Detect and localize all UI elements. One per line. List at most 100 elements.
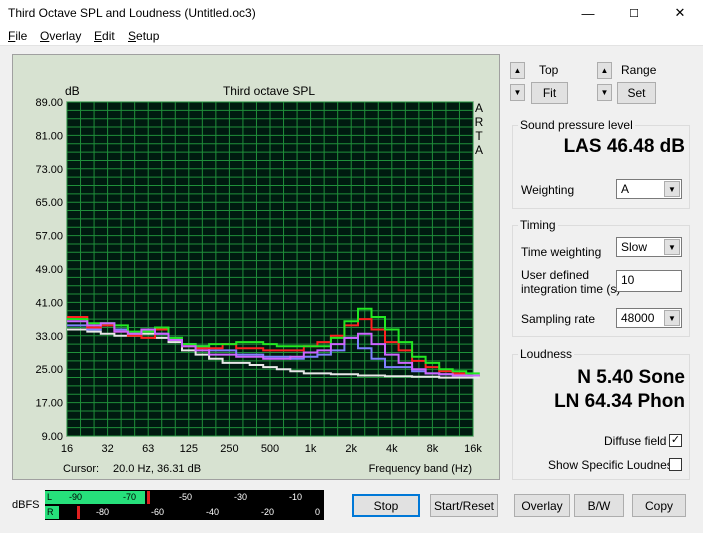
time-weighting-label: Time weighting (521, 245, 602, 259)
grid (66, 101, 474, 437)
set-button[interactable]: Set (617, 82, 656, 104)
close-button[interactable]: ✕ (657, 0, 703, 26)
spl-value: LAS 46.48 dB (563, 136, 685, 157)
maximize-button[interactable]: ☐ (611, 0, 657, 26)
weighting-label: Weighting (521, 183, 575, 197)
top-label: Top (539, 63, 559, 77)
y-tick-label: 73.00 (35, 164, 63, 176)
meter-right-tick: 0 (315, 507, 321, 517)
sampling-rate-value: 48000 (621, 311, 655, 325)
meter-right-tick: -80 (96, 507, 110, 517)
chevron-down-icon[interactable]: ▼ (664, 239, 680, 255)
overlay-button[interactable]: Overlay (514, 494, 570, 517)
weighting-value: A (621, 182, 630, 196)
meter-right-channel: R -80 -60 -40 -20 0 (45, 506, 324, 519)
meter-left-tick: -30 (234, 492, 248, 502)
y-tick-label: 25.00 (35, 364, 63, 376)
fit-button[interactable]: Fit (531, 82, 568, 104)
specific-loudness-checkbox[interactable] (669, 458, 682, 471)
y-tick-label: 49.00 (35, 264, 63, 276)
specific-loudness-label: Show Specific Loudness (548, 458, 679, 472)
start-reset-button[interactable]: Start/Reset (430, 494, 498, 517)
sampling-rate-select[interactable]: 48000 ▼ (616, 308, 682, 328)
bw-button[interactable]: B/W (574, 494, 624, 517)
loudness-ln-value: LN 64.34 Phon (554, 391, 685, 412)
meter-left-tick: -90 (69, 492, 83, 502)
weighting-select[interactable]: A ▼ (616, 179, 682, 199)
x-tick-label: 500 (261, 443, 279, 455)
x-tick-label: 250 (220, 443, 238, 455)
meter-right-tick: -40 (206, 507, 220, 517)
loudness-group-title: Loudness (518, 347, 575, 361)
x-tick-label: 16k (464, 443, 482, 455)
timing-group-title: Timing (518, 218, 558, 232)
range-label: Range (621, 63, 657, 77)
chevron-down-icon[interactable]: ▼ (664, 310, 680, 326)
x-tick-label: 4k (386, 443, 398, 455)
menu-overlay[interactable]: Overlay (40, 29, 81, 43)
spl-group-title: Sound pressure level (518, 118, 635, 132)
graph-panel: dB Third octave SPL 89.00 81.00 73.00 65.00… (12, 54, 500, 480)
meter-right-peak (76, 506, 80, 519)
meter-left-channel: L -90 -70 -50 -30 -10 (45, 491, 324, 504)
y-tick-label: 81.00 (35, 130, 63, 142)
time-weighting-select[interactable]: Slow ▼ (616, 237, 682, 257)
y-tick-label: 41.00 (35, 297, 63, 309)
cursor-value: 20.0 Hz, 36.31 dB (113, 463, 201, 475)
menu-bar: File Overlay Edit Setup (0, 26, 703, 46)
y-unit-label: dB (65, 84, 80, 98)
integration-label-line2: integration time (s) (521, 282, 621, 296)
y-tick-label: 65.00 (35, 197, 63, 209)
brand-letter-t: T (475, 129, 483, 143)
sampling-rate-label: Sampling rate (521, 312, 596, 326)
menu-edit[interactable]: Edit (94, 29, 115, 43)
diffuse-field-checkbox[interactable]: ✓ (669, 434, 682, 447)
meter-left-channel-label: L (47, 492, 53, 502)
range-down-button[interactable]: ▼ (597, 84, 612, 101)
brand-letter-a: A (475, 101, 483, 115)
x-tick-label: 8k (427, 443, 439, 455)
y-tick-label: 33.00 (35, 331, 63, 343)
meter-label: dBFS (12, 499, 40, 511)
brand-letter-a2: A (475, 143, 483, 157)
stop-button[interactable]: Stop (352, 494, 420, 517)
loudness-n-value: N 5.40 Sone (577, 367, 685, 388)
cursor-label: Cursor: (63, 463, 99, 475)
x-tick-label: 125 (180, 443, 198, 455)
meter-right-tick: -60 (151, 507, 165, 517)
x-tick-labels: 16 32 63 125 250 500 1k 2k 4k 8k 16k (61, 443, 482, 455)
x-tick-label: 16 (61, 443, 73, 455)
x-tick-label: 2k (345, 443, 357, 455)
top-down-button[interactable]: ▼ (510, 84, 525, 101)
integration-label-line1: User defined (521, 268, 590, 282)
window-title: Third Octave SPL and Loudness (Untitled.… (8, 6, 256, 20)
x-tick-label: 63 (142, 443, 154, 455)
y-tick-label: 89.00 (35, 97, 63, 109)
menu-file[interactable]: File (8, 29, 27, 43)
meter-left-tick: -50 (179, 492, 193, 502)
meter-right-tick: -20 (261, 507, 275, 517)
copy-button[interactable]: Copy (632, 494, 686, 517)
meter-left-tick: -10 (289, 492, 303, 502)
meter-left-peak (147, 491, 151, 504)
y-tick-label: 9.00 (42, 431, 63, 443)
menu-setup[interactable]: Setup (128, 29, 159, 43)
spl-chart[interactable]: dB Third octave SPL 89.00 81.00 73.00 65.00… (13, 55, 499, 479)
brand-letter-r: R (475, 115, 484, 129)
minimize-button[interactable]: — (565, 0, 611, 26)
y-tick-labels: 89.00 81.00 73.00 65.00 57.00 49.00 41.00 33.00… (35, 97, 63, 443)
range-up-button[interactable]: ▲ (597, 62, 612, 79)
y-tick-label: 17.00 (35, 398, 63, 410)
meter-left-tick: -70 (123, 492, 137, 502)
level-meter: L -90 -70 -50 -30 -10 R -80 -60 -40 -20 … (45, 490, 324, 520)
x-axis-label: Frequency band (Hz) (369, 463, 472, 475)
top-up-button[interactable]: ▲ (510, 62, 525, 79)
chart-title: Third octave SPL (223, 84, 315, 98)
chevron-down-icon[interactable]: ▼ (664, 181, 680, 197)
y-tick-label: 57.00 (35, 231, 63, 243)
time-weighting-value: Slow (621, 240, 648, 254)
title-bar: Third Octave SPL and Loudness (Untitled.… (0, 0, 703, 26)
meter-right-channel-label: R (47, 507, 54, 517)
integration-time-input[interactable]: 10 (616, 270, 682, 292)
x-tick-label: 32 (101, 443, 113, 455)
